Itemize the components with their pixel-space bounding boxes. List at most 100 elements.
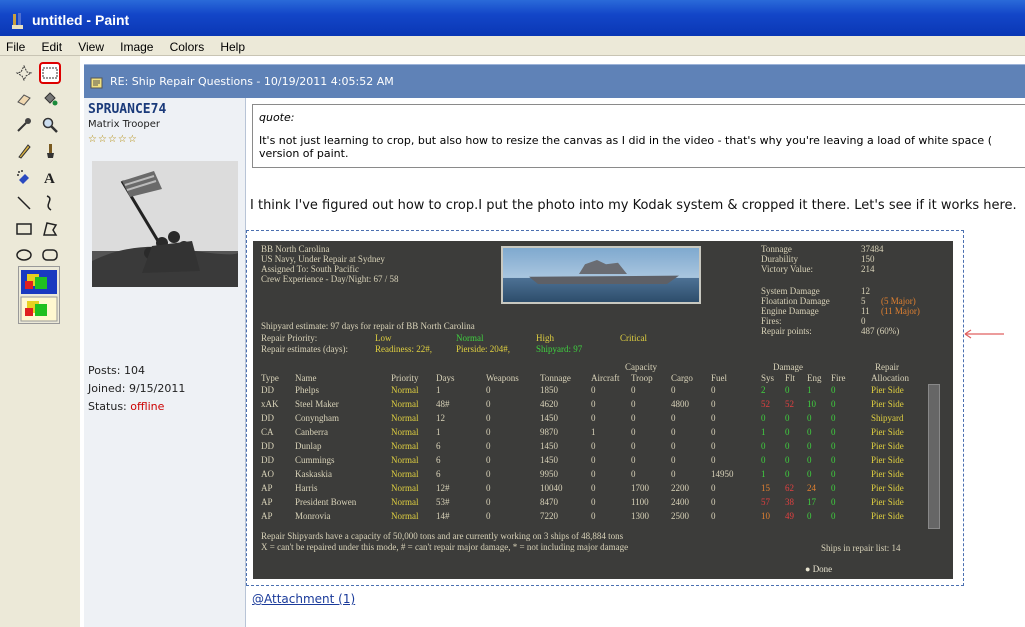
rounded-rect-icon[interactable] [39, 244, 61, 266]
ship-row-cell: 0 [711, 385, 716, 395]
menu-edit[interactable]: Edit [35, 38, 67, 54]
ship-row-cell: DD [261, 441, 274, 451]
ship-row-cell: 10040 [540, 483, 563, 493]
ship-stat-value: 11 [861, 306, 870, 316]
tool-options-box[interactable] [18, 266, 60, 324]
menu-image[interactable]: Image [114, 38, 158, 54]
attachment-selection-frame[interactable]: BB North Carolina US Navy, Under Repair a… [246, 230, 964, 586]
post-header-bar: RE: Ship Repair Questions - 10/19/2011 4… [84, 64, 1025, 98]
ship-row-cell: 0 [711, 413, 716, 423]
color-picker-icon[interactable] [13, 114, 35, 136]
column-header: Troop [631, 373, 653, 383]
ship-row-cell: Pier Side [871, 427, 904, 437]
shipyard-capacity-note: Repair Shipyards have a capacity of 50,0… [261, 531, 624, 541]
ship-row-cell: 0 [591, 455, 596, 465]
ship-row-cell: Shipyard [871, 413, 904, 423]
ship-row-cell: 0 [631, 413, 636, 423]
airbrush-icon[interactable] [13, 166, 35, 188]
author-status-value: offline [130, 400, 165, 413]
ship-row-cell: 8470 [540, 497, 558, 507]
ship-superstructure [579, 260, 627, 274]
ship-row-cell: Normal [391, 483, 419, 493]
column-header: Days [436, 373, 455, 383]
ellipse-icon[interactable] [13, 244, 35, 266]
ship-stat-label: Engine Damage [761, 306, 819, 316]
ship-row-cell: 0 [807, 441, 812, 451]
text-icon[interactable]: A [39, 166, 61, 188]
ship-row-cell: 6 [436, 441, 441, 451]
ship-row-cell: Cummings [295, 455, 335, 465]
ship-row-cell: 10 [761, 511, 770, 521]
ship-row-cell: 0 [486, 511, 491, 521]
ship-row-cell: Pier Side [871, 385, 904, 395]
ship-row-cell: 2200 [671, 483, 689, 493]
ship-row-cell: Steel Maker [295, 399, 339, 409]
ship-row-cell: Normal [391, 399, 419, 409]
ship-row-cell: 0 [831, 385, 836, 395]
ship-stat-label: Repair points: [761, 326, 812, 336]
ship-row-cell: 4800 [671, 399, 689, 409]
ship-row-cell: Normal [391, 385, 419, 395]
ship-row-cell: 0 [831, 441, 836, 451]
ship-row-cell: Pier Side [871, 441, 904, 451]
ship-row-cell: 0 [711, 399, 716, 409]
ship-row-cell: 2 [761, 385, 766, 395]
paint-canvas[interactable]: RE: Ship Repair Questions - 10/19/2011 4… [80, 56, 1025, 627]
menu-help[interactable]: Help [214, 38, 250, 54]
ship-stat-value: 12 [861, 286, 870, 296]
game-scrollbar[interactable] [928, 384, 940, 529]
ship-row-cell: Canberra [295, 427, 328, 437]
line-icon[interactable] [13, 192, 35, 214]
rectangle-icon[interactable] [13, 218, 35, 240]
ship-row-cell: Normal [391, 455, 419, 465]
ship-row-cell: 1450 [540, 455, 558, 465]
ship-row-cell: 0 [785, 413, 790, 423]
rect-select-icon[interactable] [39, 62, 61, 84]
ship-row-cell: 0 [671, 427, 676, 437]
ship-row-cell: xAK [261, 399, 279, 409]
ship-row-cell: 0 [486, 413, 491, 423]
ship-row-cell: 0 [711, 441, 716, 451]
ship-row-cell: 0 [591, 399, 596, 409]
repair-priority-option: Critical [620, 333, 647, 343]
ship-row-cell: Pier Side [871, 399, 904, 409]
menu-view[interactable]: View [72, 38, 109, 54]
repair-priority-option: Normal [456, 333, 484, 343]
ship-row-cell: Monrovia [295, 511, 331, 521]
ship-row-cell: 0 [671, 441, 676, 451]
post-document-icon [90, 77, 103, 89]
ship-row-cell: 0 [831, 483, 836, 493]
attachment-link[interactable]: @Attachment (1) [252, 592, 355, 606]
menu-file[interactable]: File [0, 38, 30, 54]
ship-row-cell: 0 [631, 469, 636, 479]
transparency-option-icon[interactable] [19, 267, 59, 323]
repair-priority-label: Repair Priority: [261, 333, 318, 343]
free-select-icon[interactable] [13, 62, 35, 84]
magnifier-icon[interactable] [39, 114, 61, 136]
ship-row-cell: 2500 [671, 511, 689, 521]
toolbox: A [0, 56, 80, 627]
ship-row-cell: 0 [486, 455, 491, 465]
eraser-icon[interactable] [13, 88, 35, 110]
ship-stat-label: System Damage [761, 286, 820, 296]
ship-row-cell: 1 [436, 427, 441, 437]
author-avatar [92, 161, 238, 287]
column-header: Allocation [871, 373, 909, 383]
curve-icon[interactable] [39, 192, 61, 214]
pencil-icon[interactable] [13, 140, 35, 162]
fill-icon[interactable] [39, 88, 61, 110]
ship-row-cell: 6 [436, 469, 441, 479]
ship-stat-label: Durability [761, 254, 798, 264]
done-button[interactable]: ● Done [805, 564, 832, 574]
ship-row-cell: Normal [391, 511, 419, 521]
brush-icon[interactable] [39, 140, 61, 162]
ship-row-cell: 0 [591, 497, 596, 507]
ship-row-cell: 1850 [540, 385, 558, 395]
polygon-icon[interactable] [39, 218, 61, 240]
ship-row-cell: 1 [761, 427, 766, 437]
done-button-label: Done [812, 564, 833, 574]
ship-row-cell: 0 [631, 441, 636, 451]
menu-colors[interactable]: Colors [164, 38, 210, 54]
ship-row-cell: 0 [486, 483, 491, 493]
author-username[interactable]: SPRUANCE74 [88, 102, 166, 117]
